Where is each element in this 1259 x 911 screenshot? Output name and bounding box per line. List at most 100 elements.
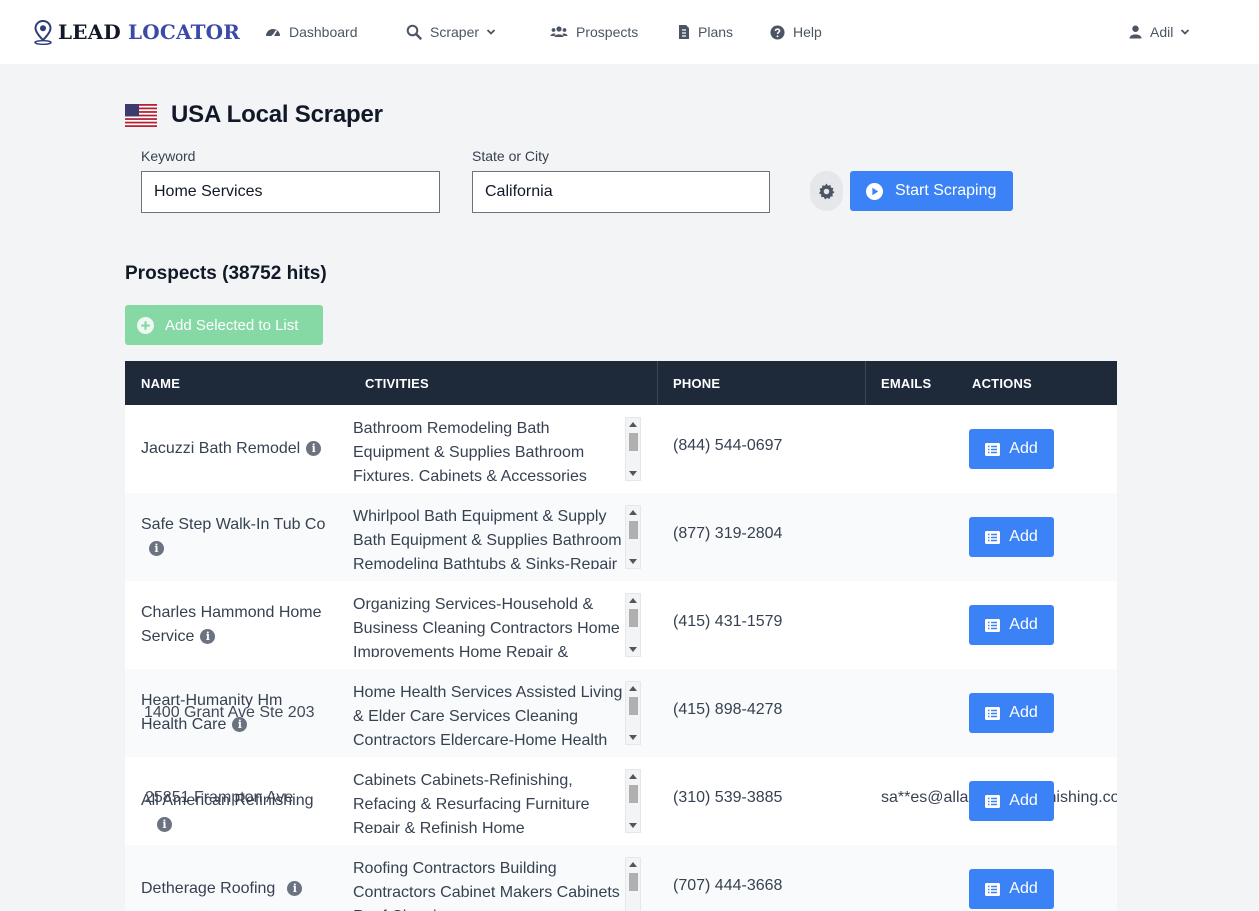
activities-scrollbar[interactable]: [625, 857, 641, 911]
map-pin-icon: [34, 19, 52, 45]
scroll-thumb[interactable]: [629, 785, 638, 803]
column-header-emails[interactable]: EMAILS: [881, 361, 931, 405]
gauge-icon: [266, 29, 280, 38]
prospect-name-text: Charles Hammond Home Service: [141, 604, 322, 645]
info-icon[interactable]: i: [200, 629, 216, 645]
nav-prospects-label: Prospects: [576, 24, 639, 40]
add-selected-button[interactable]: Add Selected to List: [125, 305, 323, 345]
location-label: State or City: [472, 148, 550, 164]
location-input[interactable]: California: [472, 171, 770, 213]
scroll-up-arrow-icon[interactable]: [629, 774, 637, 779]
scroll-thumb[interactable]: [629, 433, 638, 451]
add-button[interactable]: Add: [969, 517, 1054, 557]
prospect-name: Jacuzzi Bath Remodel i: [141, 437, 331, 461]
add-button[interactable]: Add: [969, 605, 1054, 645]
table-header: NAME CTIVITIES PHONE EMAILS ACTIONS: [125, 361, 1117, 405]
scroll-thumb[interactable]: [629, 521, 638, 539]
table-row[interactable]: Detherage Roofing i Roofing Contractors B…: [125, 845, 1117, 911]
scroll-down-arrow-icon[interactable]: [629, 471, 637, 476]
add-label: Add: [1009, 704, 1038, 721]
activities-scrollbar[interactable]: [625, 593, 641, 657]
user-menu[interactable]: Adil: [1129, 22, 1190, 42]
prospect-name: Charles Hammond Home Service i: [141, 601, 331, 649]
scroll-thumb[interactable]: [629, 609, 638, 627]
column-header-name[interactable]: NAME: [141, 361, 180, 405]
scroll-down-arrow-icon[interactable]: [629, 559, 637, 564]
prospect-name: Detherage Roofing i: [141, 877, 331, 901]
nav-scraper[interactable]: Scraper: [406, 22, 496, 42]
nav-plans[interactable]: Plans: [678, 22, 733, 42]
activities-text: Whirlpool Bath Equipment & Supply Bath E…: [353, 508, 622, 569]
scroll-up-arrow-icon[interactable]: [629, 598, 637, 603]
user-name: Adil: [1150, 24, 1174, 40]
info-icon[interactable]: i: [287, 881, 303, 897]
list-icon: [985, 882, 1001, 896]
add-button[interactable]: Add: [969, 869, 1054, 909]
page-header: USA Local Scraper: [125, 100, 383, 130]
info-icon[interactable]: i: [306, 441, 322, 457]
prospects-table: NAME CTIVITIES PHONE EMAILS ACTIONS Jacu…: [125, 361, 1117, 911]
phone-number: (844) 544-0697: [673, 437, 783, 454]
plus-circle-icon: [137, 316, 154, 334]
table-row[interactable]: Charles Hammond Home Service i Organizing…: [125, 581, 1117, 669]
top-navbar: LEAD LOCATOR Dashboard Scraper Prospects…: [0, 0, 1259, 64]
column-header-activities[interactable]: CTIVITIES: [365, 361, 429, 405]
activities-text: Bathroom Remodeling Bath Equipment & Sup…: [353, 420, 587, 481]
start-scraping-button[interactable]: Start Scraping: [850, 171, 1013, 211]
info-icon[interactable]: i: [149, 541, 164, 557]
activities-scrollbar[interactable]: [625, 505, 641, 569]
phone-number: (415) 431-1579: [673, 613, 783, 630]
column-header-actions[interactable]: ACTIONS: [972, 361, 1032, 405]
activities-scrollbar[interactable]: [625, 769, 641, 833]
logo[interactable]: LEAD LOCATOR: [32, 18, 240, 46]
activities-text: Organizing Services-Household & Business…: [353, 596, 620, 657]
scroll-up-arrow-icon[interactable]: [629, 862, 637, 867]
nav-prospects[interactable]: Prospects: [550, 22, 638, 42]
nav-dashboard[interactable]: Dashboard: [265, 22, 358, 42]
nav-dashboard-label: Dashboard: [289, 24, 358, 40]
scroll-down-arrow-icon[interactable]: [629, 647, 637, 652]
scroll-thumb[interactable]: [629, 697, 638, 715]
add-button[interactable]: Add: [969, 693, 1054, 733]
nav-help[interactable]: Help: [770, 22, 822, 42]
keyword-input[interactable]: Home Services: [141, 171, 440, 213]
chevron-down-icon: [1181, 29, 1190, 35]
column-divider: [657, 361, 658, 405]
page-title: USA Local Scraper: [171, 101, 383, 128]
prospect-name-text: Safe Step Walk-In Tub Co: [141, 516, 326, 533]
list-icon: [985, 618, 1001, 632]
column-header-phone[interactable]: PHONE: [673, 361, 720, 405]
prospect-name: Safe Step Walk-In Tub Co i: [141, 513, 331, 561]
logo-text-lead: LEAD: [58, 20, 121, 44]
list-icon: [985, 706, 1001, 720]
activities-scrollbar[interactable]: [625, 681, 641, 745]
scroll-up-arrow-icon[interactable]: [629, 510, 637, 515]
scroll-down-arrow-icon[interactable]: [629, 823, 637, 828]
logo-text-locator: LOCATOR: [127, 20, 241, 44]
scroll-up-arrow-icon[interactable]: [629, 686, 637, 691]
play-circle-icon: [866, 182, 883, 200]
phone-number: (707) 444-3668: [673, 877, 783, 894]
scroll-down-arrow-icon[interactable]: [629, 735, 637, 740]
list-icon: [985, 442, 1001, 456]
add-selected-label: Add Selected to List: [165, 316, 299, 334]
add-button[interactable]: Add: [969, 429, 1054, 469]
scroll-up-arrow-icon[interactable]: [629, 422, 637, 427]
add-button[interactable]: Add: [969, 781, 1054, 821]
table-row[interactable]: All American Refinishingi 25851 Frampton…: [125, 757, 1117, 845]
activities-text: Home Health Services Assisted Living & E…: [353, 684, 623, 745]
table-row[interactable]: Safe Step Walk-In Tub Co i Whirlpool Bath…: [125, 493, 1117, 581]
table-row[interactable]: Jacuzzi Bath Remodel i Bathroom Remodelin…: [125, 405, 1117, 493]
nav-plans-label: Plans: [698, 24, 734, 40]
list-icon: [985, 530, 1001, 544]
settings-button[interactable]: [810, 171, 843, 211]
phone-number: (877) 319-2804: [673, 525, 783, 542]
question-circle-icon: [770, 24, 785, 40]
add-label: Add: [1009, 440, 1038, 457]
table-row[interactable]: Heart-Humanity Hm Health Care i 1400 Gran…: [125, 669, 1117, 757]
scroll-thumb[interactable]: [629, 873, 638, 891]
nav-help-label: Help: [793, 24, 822, 40]
activities-scrollbar[interactable]: [625, 417, 641, 481]
prospect-address: 1400 Grant Ave Ste 203: [144, 704, 315, 721]
info-icon[interactable]: i: [157, 817, 172, 833]
